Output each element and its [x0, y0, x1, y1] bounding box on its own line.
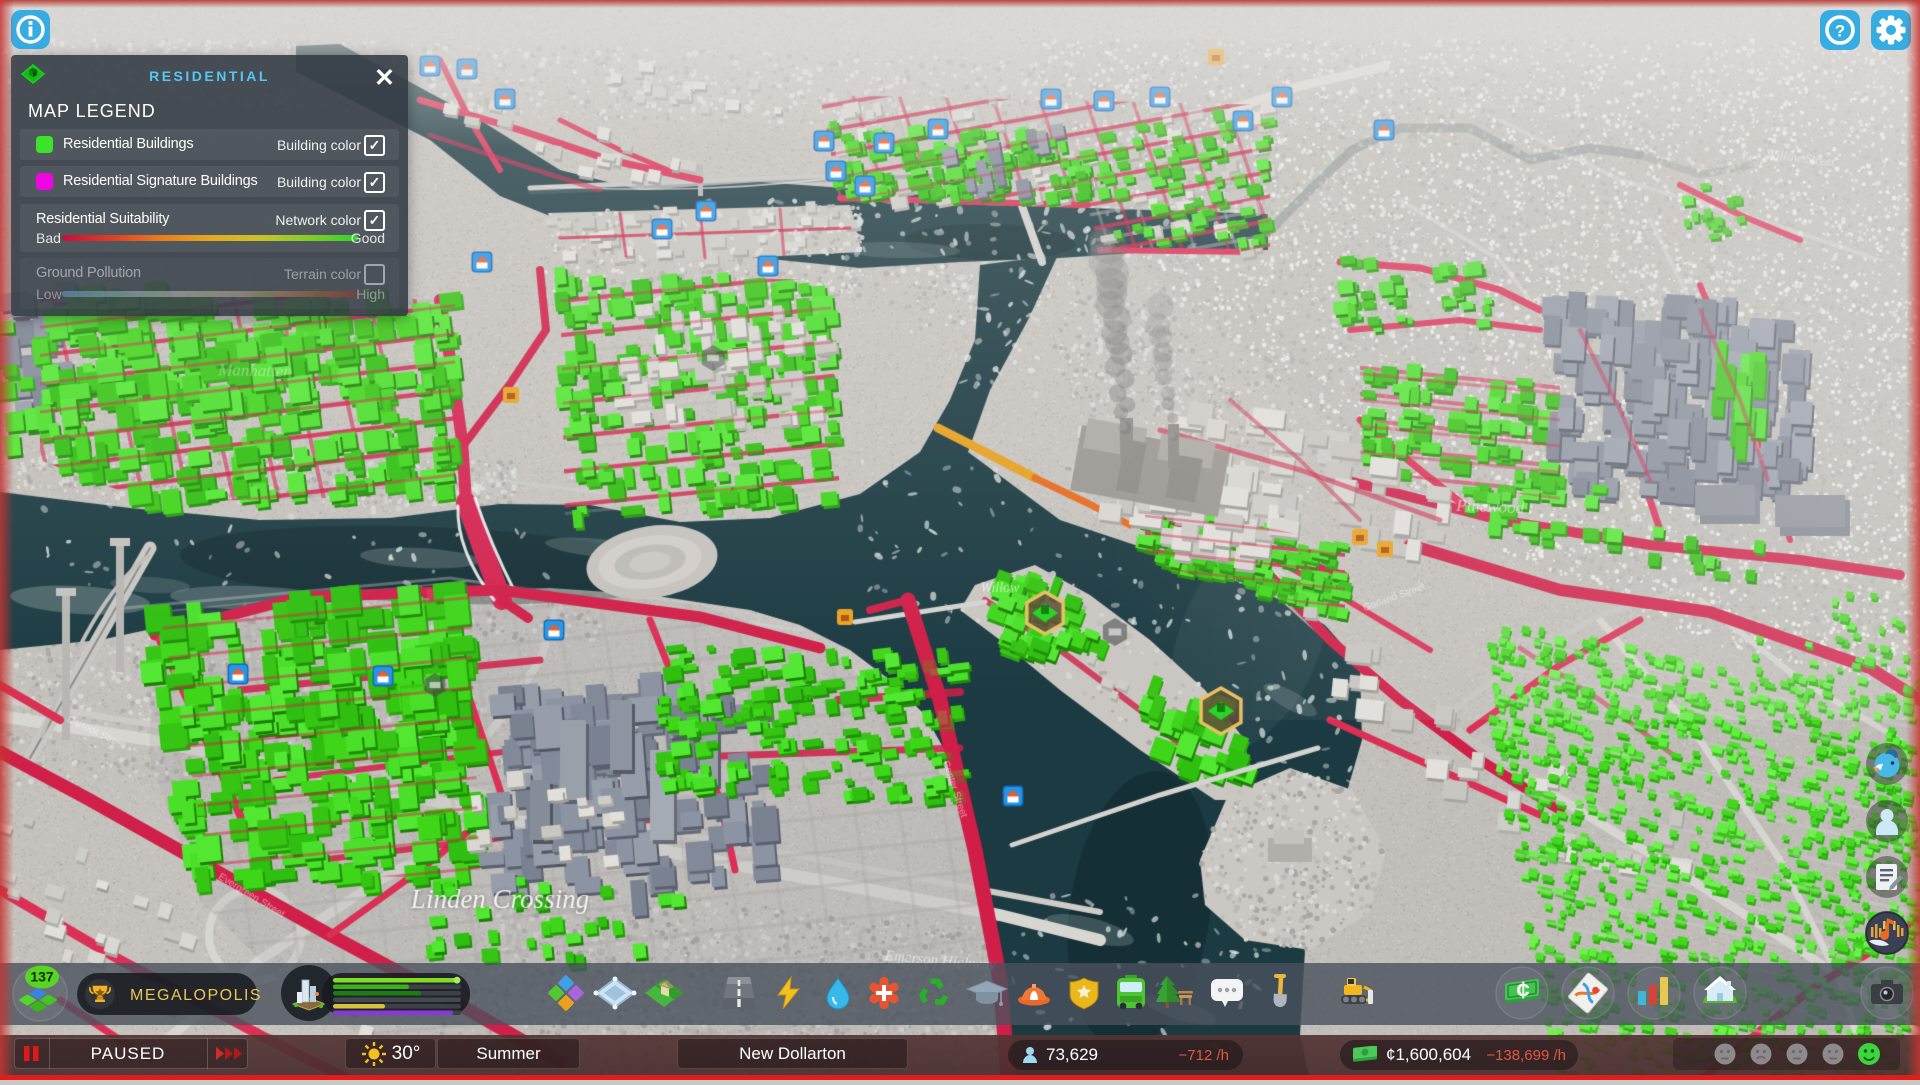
svg-text:?: ? — [1835, 22, 1845, 41]
